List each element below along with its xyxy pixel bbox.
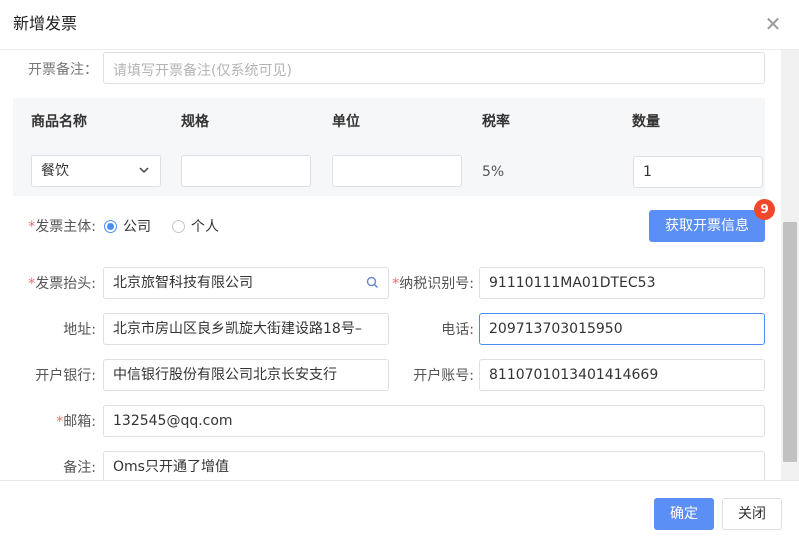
close-button[interactable]: 关闭 bbox=[722, 498, 782, 530]
col-header-unit: 单位 bbox=[332, 114, 360, 130]
bank-input[interactable]: 中信银行股份有限公司北京长安支行 bbox=[103, 359, 389, 391]
remark-input[interactable]: 请填写开票备注(仅系统可见) bbox=[103, 52, 765, 84]
email-label: *邮箱: bbox=[56, 414, 96, 430]
notification-badge: 9 bbox=[754, 199, 775, 220]
address-label: 地址: bbox=[63, 322, 96, 338]
confirm-button[interactable]: 确定 bbox=[654, 498, 714, 530]
footer-divider bbox=[0, 480, 799, 481]
account-input[interactable]: 8110701013401414669 bbox=[479, 359, 765, 391]
phone-input[interactable]: 209713703015950 bbox=[479, 313, 765, 345]
radio-personal[interactable] bbox=[172, 220, 185, 233]
email-input[interactable]: 132545@qq.com bbox=[103, 405, 765, 437]
product-select[interactable]: 餐饮 bbox=[31, 155, 161, 187]
radio-company-label[interactable]: 公司 bbox=[123, 217, 151, 237]
close-icon[interactable]: ✕ bbox=[763, 14, 783, 34]
col-header-spec: 规格 bbox=[181, 114, 209, 130]
search-icon[interactable] bbox=[366, 268, 379, 298]
quantity-input[interactable]: 1 bbox=[633, 156, 763, 188]
spec-input[interactable] bbox=[181, 155, 311, 187]
bank-label: 开户银行: bbox=[35, 368, 96, 384]
radio-company[interactable] bbox=[104, 220, 117, 233]
phone-label: 电话: bbox=[441, 322, 474, 338]
remark-label: 开票备注： bbox=[28, 62, 98, 78]
unit-input[interactable] bbox=[332, 155, 462, 187]
invoice-title-input[interactable]: 北京旅智科技有限公司 bbox=[103, 267, 389, 299]
invoice-title-value: 北京旅智科技有限公司 bbox=[113, 275, 253, 291]
address-input[interactable]: 北京市房山区良乡凯旋大街建设路18号– bbox=[103, 313, 389, 345]
col-header-product: 商品名称 bbox=[31, 114, 87, 130]
account-label: 开户账号: bbox=[413, 368, 474, 384]
dialog-body: 开票备注： 请填写开票备注(仅系统可见) 商品名称 规格 单位 税率 数量 餐饮… bbox=[0, 50, 781, 480]
subject-label: *发票主体: bbox=[28, 219, 96, 235]
tax-id-input[interactable]: 91110111MA01DTEC53 bbox=[479, 267, 765, 299]
radio-personal-label[interactable]: 个人 bbox=[191, 217, 219, 237]
dialog-title: 新增发票 bbox=[13, 14, 78, 33]
tax-id-label: *纳税识别号: bbox=[392, 276, 474, 292]
product-select-value: 餐饮 bbox=[41, 163, 69, 179]
note-label: 备注: bbox=[63, 460, 96, 476]
invoice-title-label: *发票抬头: bbox=[28, 276, 96, 292]
col-header-tax: 税率 bbox=[482, 114, 510, 130]
scrollbar-thumb[interactable] bbox=[783, 222, 797, 462]
note-input[interactable]: Oms只开通了增值 bbox=[103, 451, 765, 480]
fetch-invoice-info-button[interactable]: 获取开票信息 bbox=[649, 210, 765, 242]
col-header-quantity: 数量 bbox=[632, 114, 660, 130]
tax-rate-value: 5% bbox=[482, 164, 505, 180]
chevron-down-icon bbox=[138, 156, 150, 186]
